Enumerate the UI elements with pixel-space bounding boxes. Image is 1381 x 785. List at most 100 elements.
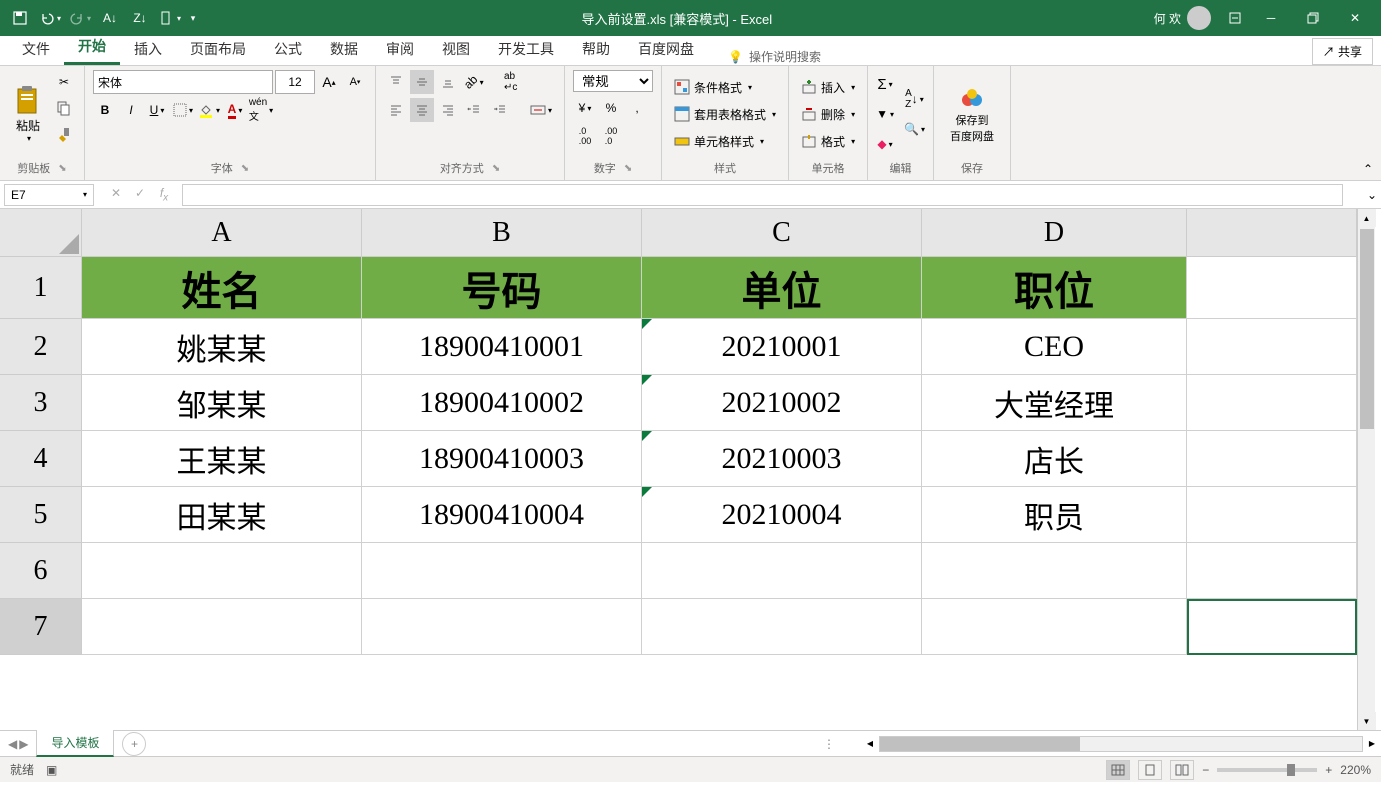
tab-baidu[interactable]: 百度网盘: [624, 33, 708, 65]
tell-me-search[interactable]: 💡 操作说明搜索: [728, 48, 821, 65]
tab-formulas[interactable]: 公式: [260, 33, 316, 65]
cell[interactable]: [1187, 319, 1357, 375]
scroll-left-icon[interactable]: ◀: [861, 735, 879, 753]
cell[interactable]: 18900410002: [362, 375, 642, 431]
col-header-B[interactable]: B: [362, 209, 642, 257]
fill-button[interactable]: ▼▾: [876, 102, 894, 126]
cell[interactable]: [1187, 431, 1357, 487]
orientation-button[interactable]: ab▾: [462, 70, 486, 94]
zoom-in-button[interactable]: +: [1325, 763, 1332, 777]
tab-split-icon[interactable]: ⋮: [817, 737, 841, 751]
align-left-button[interactable]: [384, 98, 408, 122]
cell[interactable]: 20210002: [642, 375, 922, 431]
avatar[interactable]: [1187, 6, 1211, 30]
cell[interactable]: [82, 543, 362, 599]
number-launcher-icon[interactable]: ⬊: [624, 163, 632, 174]
close-icon[interactable]: ✕: [1335, 4, 1375, 32]
cell[interactable]: 姚某某: [82, 319, 362, 375]
horizontal-scrollbar[interactable]: ◀ ▶: [861, 735, 1381, 753]
cell[interactable]: [1187, 599, 1357, 655]
cell[interactable]: 店长: [922, 431, 1187, 487]
scroll-right-icon[interactable]: ▶: [1363, 735, 1381, 753]
cell[interactable]: [82, 599, 362, 655]
number-format-select[interactable]: 常规: [573, 70, 653, 92]
find-select-button[interactable]: 🔍▾: [904, 117, 925, 141]
fx-button[interactable]: fx: [154, 186, 174, 203]
cell[interactable]: 18900410003: [362, 431, 642, 487]
cell[interactable]: [922, 543, 1187, 599]
qat-customize-icon[interactable]: ▾: [186, 4, 200, 32]
cell[interactable]: 姓名: [82, 257, 362, 319]
format-cells-button[interactable]: 格式▾: [797, 131, 859, 152]
name-box[interactable]: E7 ▾: [4, 184, 94, 206]
tab-dev[interactable]: 开发工具: [484, 33, 568, 65]
comma-button[interactable]: ,: [625, 96, 649, 120]
cell[interactable]: 20210004: [642, 487, 922, 543]
scroll-up-icon[interactable]: ▲: [1358, 209, 1376, 227]
tab-view[interactable]: 视图: [428, 33, 484, 65]
font-color-button[interactable]: A▾: [223, 98, 247, 122]
sort-filter-button[interactable]: AZ↓▾: [904, 87, 925, 111]
insert-cells-button[interactable]: 插入▾: [797, 77, 859, 98]
touch-mode-icon[interactable]: ▾: [156, 4, 184, 32]
clipboard-launcher-icon[interactable]: ⬊: [58, 163, 66, 174]
align-top-button[interactable]: [384, 70, 408, 94]
col-header-D[interactable]: D: [922, 209, 1187, 257]
tab-layout[interactable]: 页面布局: [176, 33, 260, 65]
cell[interactable]: 大堂经理: [922, 375, 1187, 431]
scroll-thumb[interactable]: [1360, 229, 1374, 429]
cell[interactable]: [1187, 257, 1357, 319]
cell[interactable]: 20210003: [642, 431, 922, 487]
italic-button[interactable]: I: [119, 98, 143, 122]
increase-indent-button[interactable]: [488, 98, 512, 122]
borders-button[interactable]: ▾: [171, 98, 195, 122]
row-header-5[interactable]: 5: [0, 487, 82, 543]
conditional-format-button[interactable]: 条件格式▾: [670, 77, 780, 98]
sort-asc-icon[interactable]: A↓: [96, 4, 124, 32]
font-size-select[interactable]: [275, 70, 315, 94]
autosum-button[interactable]: Σ▾: [876, 72, 894, 96]
zoom-slider[interactable]: [1217, 768, 1317, 772]
sheet-tab[interactable]: 导入模板: [36, 730, 114, 757]
row-header-4[interactable]: 4: [0, 431, 82, 487]
vertical-scrollbar[interactable]: ▲ ▼: [1357, 209, 1375, 730]
save-icon[interactable]: [6, 4, 34, 32]
grid-body[interactable]: 姓名号码单位职位姚某某1890041000120210001CEO邹某某1890…: [82, 257, 1357, 655]
align-middle-button[interactable]: [410, 70, 434, 94]
increase-font-button[interactable]: A▴: [317, 70, 341, 94]
cell[interactable]: 18900410001: [362, 319, 642, 375]
format-painter-button[interactable]: [52, 122, 76, 146]
macro-record-icon[interactable]: ▣: [46, 763, 57, 777]
zoom-level[interactable]: 220%: [1340, 763, 1371, 777]
tab-home[interactable]: 开始: [64, 30, 120, 65]
prev-sheet-icon[interactable]: ◀: [8, 737, 17, 751]
accept-formula-button[interactable]: ✓: [130, 186, 150, 203]
tab-help[interactable]: 帮助: [568, 33, 624, 65]
sort-desc-icon[interactable]: Z↓: [126, 4, 154, 32]
cell[interactable]: [642, 543, 922, 599]
cell[interactable]: 职位: [922, 257, 1187, 319]
cell[interactable]: 王某某: [82, 431, 362, 487]
decrease-font-button[interactable]: A▾: [343, 70, 367, 94]
row-header-7[interactable]: 7: [0, 599, 82, 655]
zoom-out-button[interactable]: −: [1202, 763, 1209, 777]
select-all-corner[interactable]: [0, 209, 82, 257]
cut-button[interactable]: ✂: [52, 70, 76, 94]
cancel-formula-button[interactable]: ✕: [106, 186, 126, 203]
share-button[interactable]: ↗ 共享: [1312, 38, 1373, 65]
alignment-launcher-icon[interactable]: ⬊: [492, 163, 500, 174]
align-center-button[interactable]: [410, 98, 434, 122]
underline-button[interactable]: U▾: [145, 98, 169, 122]
format-as-table-button[interactable]: 套用表格格式▾: [670, 104, 780, 125]
normal-view-button[interactable]: [1106, 760, 1130, 780]
col-header-E[interactable]: [1187, 209, 1357, 257]
cell[interactable]: 号码: [362, 257, 642, 319]
tab-file[interactable]: 文件: [8, 33, 64, 65]
undo-icon[interactable]: ▾: [36, 4, 64, 32]
phonetic-button[interactable]: wén文▾: [249, 98, 273, 122]
fill-color-button[interactable]: ▾: [197, 98, 221, 122]
user-account[interactable]: 何 欢: [1154, 6, 1211, 30]
restore-icon[interactable]: [1293, 4, 1333, 32]
cell[interactable]: 单位: [642, 257, 922, 319]
decrease-indent-button[interactable]: [462, 98, 486, 122]
